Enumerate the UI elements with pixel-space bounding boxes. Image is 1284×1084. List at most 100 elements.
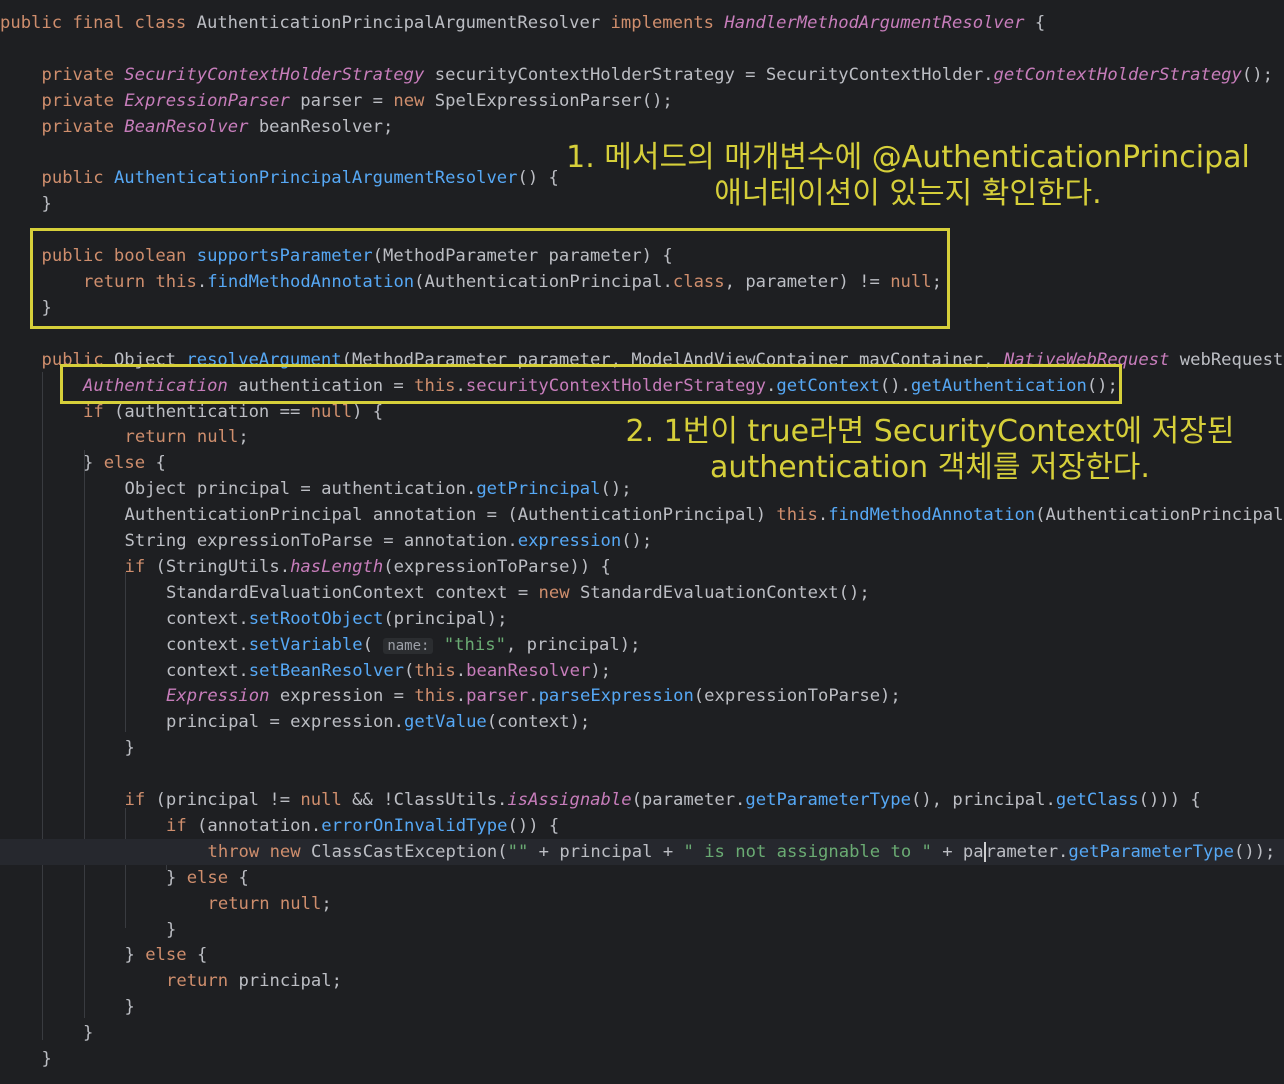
code-token: return null (124, 427, 239, 448)
code-line[interactable]: } (0, 735, 135, 761)
code-token: this (776, 505, 818, 526)
code-token: Object (113, 349, 187, 370)
code-token: } (83, 1023, 94, 1044)
code-line[interactable]: return principal; (0, 968, 342, 994)
code-token: StandardEvaluationContext(); (579, 582, 870, 603)
code-line[interactable]: return null; (0, 424, 249, 450)
code-token: "" (507, 841, 529, 862)
code-line[interactable]: Object principal = authentication.getPri… (0, 476, 632, 502)
code-line[interactable]: private ExpressionParser parser = new Sp… (0, 88, 673, 114)
code-line[interactable]: if (annotation.errorOnInvalidType()) { (0, 813, 559, 839)
code-token: && !ClassUtils. (352, 790, 508, 810)
code-token: webRequest (1179, 349, 1284, 370)
code-token: principal; (238, 971, 342, 992)
code-line[interactable]: } else { (0, 450, 166, 476)
code-token: context. (166, 660, 249, 681)
code-token: getAuthentication (910, 375, 1087, 396)
code-line[interactable]: return null; (0, 891, 332, 917)
code-token: null (890, 272, 932, 292)
code-line[interactable]: } (0, 1046, 52, 1072)
code-line[interactable]: } else { (0, 942, 208, 968)
code-token: BeanResolver (124, 116, 259, 137)
code-line[interactable]: AuthenticationPrincipal annotation = (Au… (0, 502, 1284, 528)
code-line[interactable]: throw new ClassCastException("" + princi… (0, 838, 1284, 865)
code-line[interactable]: } (0, 994, 135, 1020)
code-line[interactable]: String expressionToParse = annotation.ex… (0, 528, 653, 554)
code-line[interactable]: Expression expression = this.parser.pars… (0, 683, 901, 709)
code-token: errorOnInvalidType (321, 815, 508, 836)
code-token: + principal + (528, 841, 684, 862)
code-token: (parameter. (631, 790, 746, 810)
code-token: principal = expression. (166, 712, 404, 733)
code-line[interactable]: context.setVariable( name: "this", princ… (0, 632, 640, 658)
code-line[interactable]: } (0, 295, 52, 321)
code-token: SpelExpressionParser(); (434, 90, 673, 111)
code-line[interactable]: if (StringUtils.hasLength(expressionToPa… (0, 554, 611, 580)
code-token: ) { (352, 401, 384, 422)
code-token: this (414, 375, 456, 396)
code-token: . (528, 686, 539, 707)
code-token: expression = (279, 686, 415, 707)
code-token: getContext (776, 375, 880, 396)
code-line[interactable]: private SecurityContextHolderStrategy se… (0, 62, 1273, 88)
code-token: + pa (931, 841, 984, 862)
code-line[interactable]: if (authentication == null) { (0, 399, 383, 425)
code-token: (principal); (383, 608, 508, 629)
code-token: null (300, 790, 353, 810)
code-line[interactable]: } else { (0, 865, 249, 891)
code-token: authentication = (238, 375, 415, 396)
code-line[interactable]: context.setRootObject(principal); (0, 606, 508, 632)
code-token: NativeWebRequest (1003, 349, 1180, 370)
code-token: " is not assignable to " (683, 841, 932, 862)
code-token: } (41, 1049, 52, 1069)
code-token: this (414, 686, 456, 707)
code-token: if (124, 556, 156, 577)
code-token: public (41, 349, 114, 370)
code-line[interactable]: StandardEvaluationContext context = new … (0, 580, 870, 606)
code-line[interactable]: context.setBeanResolver(this.beanResolve… (0, 658, 611, 684)
code-line[interactable]: public Object resolveArgument(MethodPara… (0, 347, 1284, 373)
code-line[interactable]: return this.findMethodAnnotation(Authent… (0, 269, 942, 295)
code-token: ; (321, 893, 332, 914)
code-token: private (41, 116, 125, 137)
code-token: context. (166, 608, 249, 629)
code-token: else (145, 945, 197, 966)
code-token: rameter. (985, 841, 1069, 862)
code-line[interactable]: } (0, 1020, 93, 1046)
code-line[interactable]: } (0, 917, 176, 943)
code-token: beanResolver; (258, 116, 394, 137)
code-token: } (124, 738, 135, 759)
annotation-note-2-line-1: 2. 1번이 true라면 SecurityContext에 저장된 (625, 414, 1235, 449)
code-token: return (83, 272, 156, 292)
code-token: Authentication (83, 375, 239, 396)
code-token: (AuthenticationPrincipal. (1035, 505, 1284, 526)
code-line[interactable]: public boolean supportsParameter(MethodP… (0, 243, 673, 269)
code-token: name: (383, 637, 434, 654)
code-token: SecurityContextHolderStrategy (124, 64, 435, 85)
code-token: (expressionToParse); (693, 686, 901, 707)
code-token: getContextHolderStrategy (993, 64, 1242, 85)
code-token: final (72, 13, 135, 33)
code-token: this (155, 272, 197, 292)
code-line[interactable]: Authentication authentication = this.sec… (0, 373, 1118, 399)
code-token: (expressionToParse)) { (383, 556, 611, 577)
code-token: } (41, 297, 52, 318)
code-token: else (186, 867, 239, 888)
code-line[interactable]: public AuthenticationPrincipalArgumentRe… (0, 165, 559, 191)
annotation-note-2-line-2: authentication 객체를 저장한다. (710, 450, 1150, 485)
code-token: ( (362, 634, 384, 655)
code-token: "this" (433, 634, 506, 655)
code-token: implements (610, 13, 725, 33)
code-token: AuthenticationPrincipal annotation = (Au… (124, 505, 777, 526)
code-token: (MethodParameter parameter, ModelAndView… (341, 349, 1004, 370)
code-token: setVariable (248, 634, 363, 655)
code-line[interactable]: principal = expression.getValue(context)… (0, 709, 590, 735)
code-line[interactable]: } (0, 191, 52, 217)
code-token: String expressionToParse = annotation. (124, 531, 518, 551)
code-line[interactable]: public final class AuthenticationPrincip… (0, 10, 1045, 36)
annotation-note-1-line-1: 1. 메서드의 매개변수에 @AuthenticationPrincipal (566, 140, 1250, 175)
code-token: } (166, 867, 187, 888)
code-token: (AuthenticationPrincipal. (414, 272, 673, 292)
code-line[interactable]: private BeanResolver beanResolver; (0, 114, 394, 140)
code-line[interactable]: if (principal != null && !ClassUtils.isA… (0, 787, 1201, 813)
